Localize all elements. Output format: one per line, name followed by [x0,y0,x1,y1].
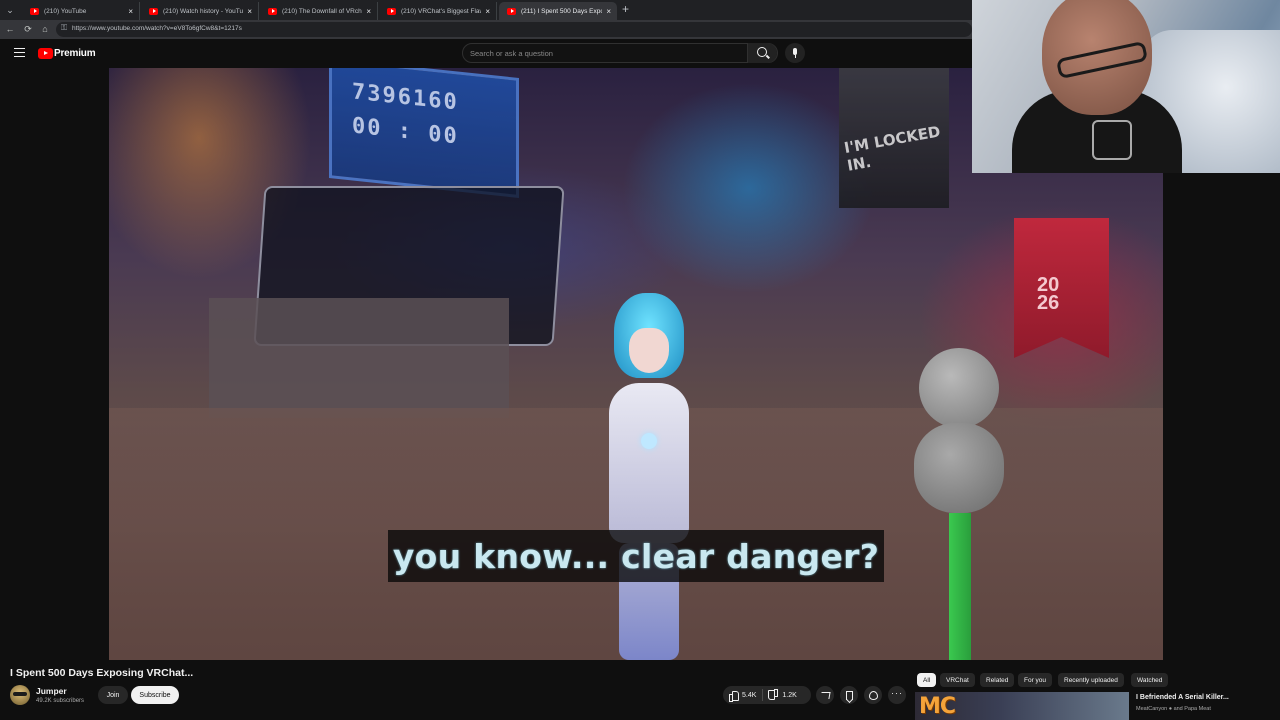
like-button[interactable]: 5.4K [723,686,762,704]
youtube-logo-icon[interactable] [38,48,53,59]
chip-vrchat[interactable]: VRChat [940,673,975,687]
menu-icon[interactable] [14,48,25,57]
tab-label: (210) The Downfall of VRchat - Yo [282,7,362,15]
subscribe-button[interactable]: Subscribe [131,686,179,704]
new-tab-button[interactable]: + [622,3,629,15]
recommended-thumbnail[interactable]: MC [915,692,1129,720]
voice-search-icon[interactable] [785,43,805,63]
channel-name[interactable]: Jumper [36,686,67,696]
youtube-favicon-icon [507,7,516,15]
grey-dummy-avatar [914,348,1004,660]
avatar-body [609,383,689,543]
save-button[interactable] [840,686,858,704]
scene-banner-year-bottom: 26 [1037,292,1060,314]
dislike-button[interactable]: 1.2K [763,686,802,704]
like-dislike-group: 5.4K 1.2K [723,686,811,704]
site-info-icon[interactable]: ⚿ [61,23,67,33]
bookmark-icon [845,690,853,700]
scene-sign-number: 7396160 [352,79,459,116]
scene-right-sign: I'M LOCKED IN. [839,68,949,208]
youtube-favicon-icon [149,7,158,15]
url-field[interactable]: ⚿ https://www.youtube.com/watch?v=eV8To6… [56,22,972,37]
join-button[interactable]: Join [98,686,128,704]
tab-close-icon[interactable]: × [606,7,611,16]
dislike-count: 1.2K [782,691,797,699]
more-icon: ··· [891,688,903,698]
share-icon [819,691,831,699]
more-actions-button[interactable]: ··· [888,686,906,704]
youtube-favicon-icon [387,7,396,15]
dummy-head [919,348,999,428]
search-placeholder: Search or ask a question [470,49,553,58]
youtube-favicon-icon [30,7,39,15]
back-icon[interactable]: ← [4,23,16,35]
tab-close-icon[interactable]: × [247,7,252,16]
like-count: 5.4K [742,691,757,699]
reload-icon[interactable]: ⟳ [22,23,34,35]
thumbs-up-icon [729,690,739,702]
channel-avatar[interactable] [10,685,30,705]
recommended-thumb-text: MC [919,694,956,719]
webcam-shirt-graphic [1092,120,1132,160]
tab-label: (211) I Spent 500 Days Exposing V [521,7,603,15]
subtitle-caption: you know... clear danger? [388,530,884,582]
scene-scoreboard-sign: 7396160 00 : 00 [329,68,519,198]
youtube-favicon-icon [268,7,277,15]
tab-close-icon[interactable]: × [366,7,371,16]
dummy-green-stick [949,513,971,660]
tab-close-icon[interactable]: × [128,7,133,16]
thanks-button[interactable] [864,686,882,704]
chip-recently-uploaded[interactable]: Recently uploaded [1058,673,1124,687]
subscriber-count: 49.2K subscribers [36,698,85,704]
scene-banner: 20 26 [1014,218,1109,358]
recommended-title[interactable]: I Befriended A Serial Killer... [1136,694,1229,701]
chip-watched[interactable]: Watched [1131,673,1169,687]
thumbs-down-icon [769,691,778,700]
search-icon[interactable] [747,43,777,63]
recommended-channel[interactable]: MeatCanyon ● and Papa Meat [1136,706,1211,712]
scene-banner-year: 20 26 [1037,275,1060,314]
url-text: https://www.youtube.com/watch?v=eV8To6gf… [72,25,242,32]
video-title: I Spent 500 Days Exposing VRChat... [10,667,194,679]
avatar-core-light [641,433,657,449]
tab-label: (210) YouTube [44,7,87,15]
caption-text: you know... clear danger? [392,536,880,576]
tab-label: (210) VRChat's Biggest Flaw - You [401,7,481,15]
tab-close-icon[interactable]: × [485,7,490,16]
chip-all[interactable]: All [917,673,937,687]
youtube-premium-logo[interactable]: Premium [54,48,96,59]
chip-for-you[interactable]: For you [1018,673,1053,687]
webcam-overlay [972,0,1280,173]
scene-stone-wall [209,298,509,418]
browser-tab[interactable]: (210) YouTube × [22,2,140,20]
thanks-icon [868,690,878,700]
browser-tab[interactable]: (210) VRChat's Biggest Flaw - You × [379,2,497,20]
avatar-face [629,328,669,373]
browser-tab-active[interactable]: (211) I Spent 500 Days Exposing V × [499,2,617,20]
search-input[interactable]: Search or ask a question [462,43,778,63]
chip-related[interactable]: Related [980,673,1015,687]
scene-right-sign-text: I'M LOCKED IN. [842,122,942,175]
share-button[interactable] [816,686,834,704]
dummy-body [914,423,1004,513]
scene-sign-timer: 00 : 00 [352,113,459,150]
browser-tab[interactable]: (210) The Downfall of VRchat - Yo × [260,2,378,20]
home-icon[interactable]: ⌂ [39,23,51,35]
tab-label: (210) Watch history - YouTube [163,7,244,15]
tab-search-icon[interactable]: ⌄ [3,3,17,17]
browser-tab[interactable]: (210) Watch history - YouTube × [141,2,259,20]
vr-avatar [589,293,709,660]
